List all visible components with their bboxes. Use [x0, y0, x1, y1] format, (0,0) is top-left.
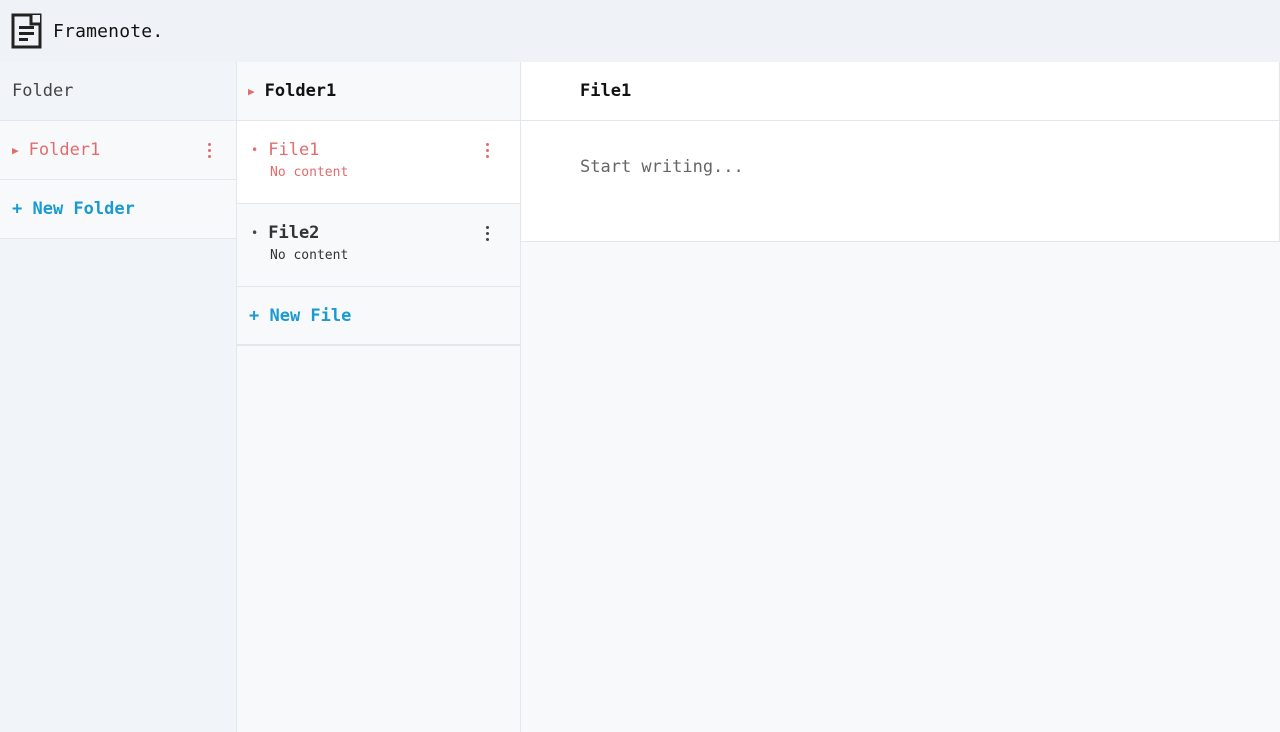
editor-placeholder: Start writing... [580, 157, 744, 177]
bullet-icon: • [251, 226, 259, 240]
file-item-preview: No content [270, 165, 349, 180]
folder-column-header: Folder [0, 62, 236, 121]
triangle-right-icon: ▶ [12, 143, 19, 157]
app-title: Framenote. [53, 20, 164, 42]
file-column-header: ▶ Folder1 [237, 62, 520, 121]
editor-textarea[interactable]: Start writing... [521, 121, 1280, 242]
bullet-icon: • [251, 143, 259, 157]
file-item-label: File2 [268, 223, 320, 243]
file-column-title: Folder1 [264, 81, 337, 101]
new-folder-button[interactable]: + New Folder [0, 180, 236, 239]
document-icon [11, 13, 42, 49]
new-file-button[interactable]: + New File [237, 287, 520, 346]
top-bar: Framenote. [0, 0, 1280, 62]
editor-title[interactable]: File1 [521, 62, 1280, 121]
file-column: ▶ Folder1 • File1 No content • File2 No … [237, 62, 521, 732]
folder-column: Folder ▶ Folder1 + New Folder [0, 62, 237, 732]
file-item-file1[interactable]: • File1 No content [237, 121, 520, 204]
kebab-menu-icon[interactable] [204, 140, 214, 160]
kebab-menu-icon[interactable] [482, 140, 492, 160]
file-item-label: File1 [268, 140, 320, 160]
triangle-right-icon: ▶ [248, 84, 255, 98]
folder-item-label: Folder1 [28, 140, 101, 160]
file-item-preview: No content [270, 248, 349, 263]
file-item-file2[interactable]: • File2 No content [237, 204, 520, 287]
editor-column: File1 Start writing... [521, 62, 1280, 732]
folder-item-folder1[interactable]: ▶ Folder1 [0, 121, 236, 180]
kebab-menu-icon[interactable] [482, 223, 492, 243]
